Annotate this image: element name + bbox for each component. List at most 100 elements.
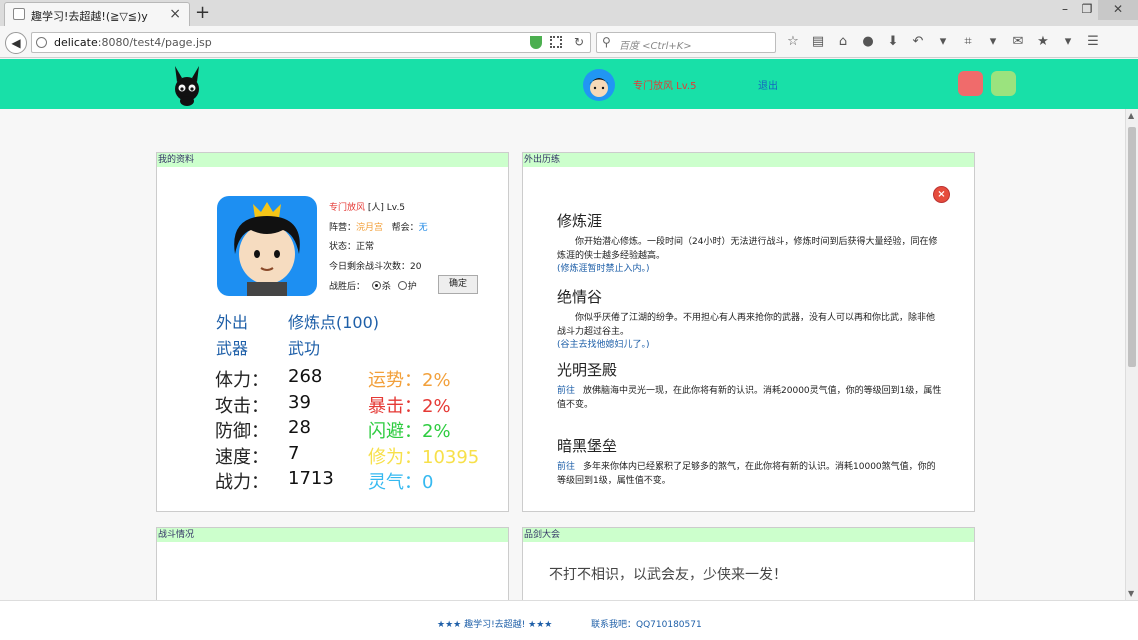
guild-label: 帮会：: [391, 223, 419, 233]
speed-label: 速度：: [215, 447, 269, 468]
dropdown-icon[interactable]: ▾: [936, 34, 950, 50]
search-box[interactable]: ⚲ 百度 <Ctrl+K>: [596, 32, 776, 53]
profile-name: 专门放风: [329, 203, 366, 213]
profile-panel-title: 我的资料: [157, 153, 508, 167]
cultivation-value: 10395: [422, 447, 480, 468]
menu-icon[interactable]: ☰: [1086, 34, 1100, 50]
search-placeholder: 百度 <Ctrl+K>: [619, 41, 692, 52]
training-item-desc-line: 前往 多年来你体内已经累积了足够多的煞气，在此你将有新的认识。消耗10000煞气值…: [557, 460, 942, 488]
tab-title: 趣学习!去超越!(≧▽≦)y: [31, 10, 148, 23]
black-cat-logo[interactable]: [172, 64, 202, 106]
dodge-stat: 闪避：2%: [368, 417, 451, 443]
confirm-button[interactable]: 确定: [438, 275, 478, 294]
security-shield-icon[interactable]: [530, 36, 542, 49]
after-win-label: 战胜后：: [329, 282, 366, 292]
skill-link[interactable]: 武功: [288, 335, 320, 359]
close-icon[interactable]: ×: [933, 186, 950, 203]
faction-value: 浣月宫: [356, 223, 384, 233]
battle-panel-title: 战斗情况: [157, 528, 508, 542]
attack-value: 39: [288, 392, 311, 413]
out-link[interactable]: 外出: [216, 309, 248, 333]
guild-value: 无: [418, 223, 428, 233]
page-scrollbar[interactable]: ▲ ▼: [1125, 109, 1138, 600]
screenshot-icon[interactable]: ⌗: [961, 34, 975, 50]
profile-name-line: 专门放风 [人] Lv.5: [329, 200, 405, 213]
download-icon[interactable]: ⬇: [886, 34, 900, 50]
profile-level: Lv.5: [386, 203, 406, 213]
dropdown-icon[interactable]: ▾: [1061, 34, 1075, 50]
training-item-note: (修炼涯暂时禁止入内。): [557, 264, 650, 274]
profile-race: [人]: [367, 203, 384, 213]
bookmark-star-icon[interactable]: ☆: [786, 34, 800, 50]
dodge-label: 闪避：: [368, 421, 422, 442]
sword-icon[interactable]: [958, 71, 983, 96]
tab-close-icon[interactable]: ×: [169, 6, 181, 22]
sword-panel-text: 不打不相识，以武会友，少侠来一发！: [549, 567, 787, 583]
qi-stat: 灵气：0: [368, 468, 433, 494]
reload-icon[interactable]: ↻: [574, 35, 584, 49]
training-item-title[interactable]: 修炼涯: [557, 210, 942, 231]
status-value: 正常: [356, 242, 375, 252]
power-label: 战力：: [215, 472, 269, 493]
go-link[interactable]: 前往: [557, 386, 575, 396]
footer-contact: 联系我吧：QQ710180571: [591, 620, 702, 630]
undo-icon[interactable]: ↶: [911, 34, 925, 50]
radio-protect-label: 护: [407, 282, 417, 292]
home-icon[interactable]: ⌂: [836, 34, 850, 50]
training-item-title[interactable]: 绝情谷: [557, 286, 942, 307]
power-value: 1713: [288, 468, 334, 489]
logout-link[interactable]: 退出: [758, 77, 778, 92]
training-item-desc: 你开始潜心修炼。一段时间（24小时）无法进行战斗，修炼时间到后获得大量经验，同在…: [557, 237, 938, 261]
battle-panel: 战斗情况: [156, 527, 509, 600]
address-bar[interactable]: delicate:8080/test4/page.jsp ↻: [31, 32, 591, 53]
defense-label: 防御：: [215, 421, 269, 442]
weapon-link[interactable]: 武器: [216, 335, 248, 359]
crit-stat: 暴击：2%: [368, 392, 451, 418]
crit-value: 2%: [422, 396, 451, 417]
back-button[interactable]: ◀: [5, 32, 27, 54]
go-link[interactable]: 前往: [557, 462, 575, 472]
reading-list-icon[interactable]: ▤: [811, 34, 825, 50]
header-avatar[interactable]: [583, 69, 615, 101]
radio-kill-label: 杀: [381, 282, 391, 292]
url-text[interactable]: delicate:8080/test4/page.jsp: [54, 36, 212, 49]
battles-value: 20: [410, 262, 422, 272]
training-panel: 外出历练 × 修炼涯 你开始潜心修炼。一段时间（24小时）无法进行战斗，修炼时间…: [522, 152, 975, 512]
message-icon[interactable]: ✉: [1011, 34, 1025, 50]
gem-icon[interactable]: [991, 71, 1016, 96]
header-username[interactable]: 专门放风 Lv.5: [633, 77, 696, 92]
extension-icon[interactable]: ★: [1036, 34, 1050, 50]
cultivation-points-link[interactable]: 修炼点(100): [288, 309, 379, 333]
page-favicon-icon: [13, 8, 25, 20]
profile-panel: 我的资料 专门放风 [人] Lv.5 阵营：浣月宫 帮会：无 状态：正常 今日剩…: [156, 152, 509, 512]
chat-icon[interactable]: ●: [861, 34, 875, 50]
scroll-down-icon[interactable]: ▼: [1128, 589, 1134, 598]
scrollbar-thumb[interactable]: [1128, 127, 1136, 367]
training-panel-title: 外出历练: [523, 153, 974, 167]
browser-tab[interactable]: 趣学习!去超越!(≧▽≦)y ×: [4, 2, 190, 26]
minimize-icon[interactable]: –: [1054, 0, 1076, 20]
training-item-note: (谷主去找他媳妇儿了。): [557, 340, 650, 350]
qr-code-icon[interactable]: [550, 36, 562, 48]
globe-icon: [36, 37, 47, 48]
browser-navbar: ◀ delicate:8080/test4/page.jsp ↻ ⚲ 百度 <C…: [0, 26, 1138, 58]
hp-value: 268: [288, 366, 323, 387]
close-window-icon[interactable]: ✕: [1098, 0, 1138, 20]
radio-protect[interactable]: [397, 281, 407, 290]
qi-value: 0: [422, 472, 434, 493]
page-footer: ★★★ 趣学习!去超越! ★★★ 联系我吧：QQ710180571: [0, 600, 1138, 640]
dropdown-icon[interactable]: ▾: [986, 34, 1000, 50]
faction-label: 阵营：: [329, 223, 357, 233]
radio-kill[interactable]: [371, 281, 381, 290]
new-tab-button[interactable]: +: [195, 2, 210, 23]
luck-value: 2%: [422, 370, 451, 391]
scroll-up-icon[interactable]: ▲: [1128, 111, 1134, 120]
attack-label: 攻击：: [215, 396, 269, 417]
training-item: 暗黑堡垒 前往 多年来你体内已经累积了足够多的煞气，在此你将有新的认识。消耗100…: [557, 435, 942, 488]
sword-conference-panel: 品剑大会 不打不相识，以武会友，少侠来一发！: [522, 527, 975, 600]
footer-slogan: ★★★ 趣学习!去超越! ★★★: [437, 620, 553, 630]
training-item: 修炼涯 你开始潜心修炼。一段时间（24小时）无法进行战斗，修炼时间到后获得大量经…: [557, 210, 942, 276]
luck-label: 运势：: [368, 370, 422, 391]
restore-icon[interactable]: ❐: [1076, 0, 1098, 20]
cultivation-stat: 修为：10395: [368, 443, 479, 469]
